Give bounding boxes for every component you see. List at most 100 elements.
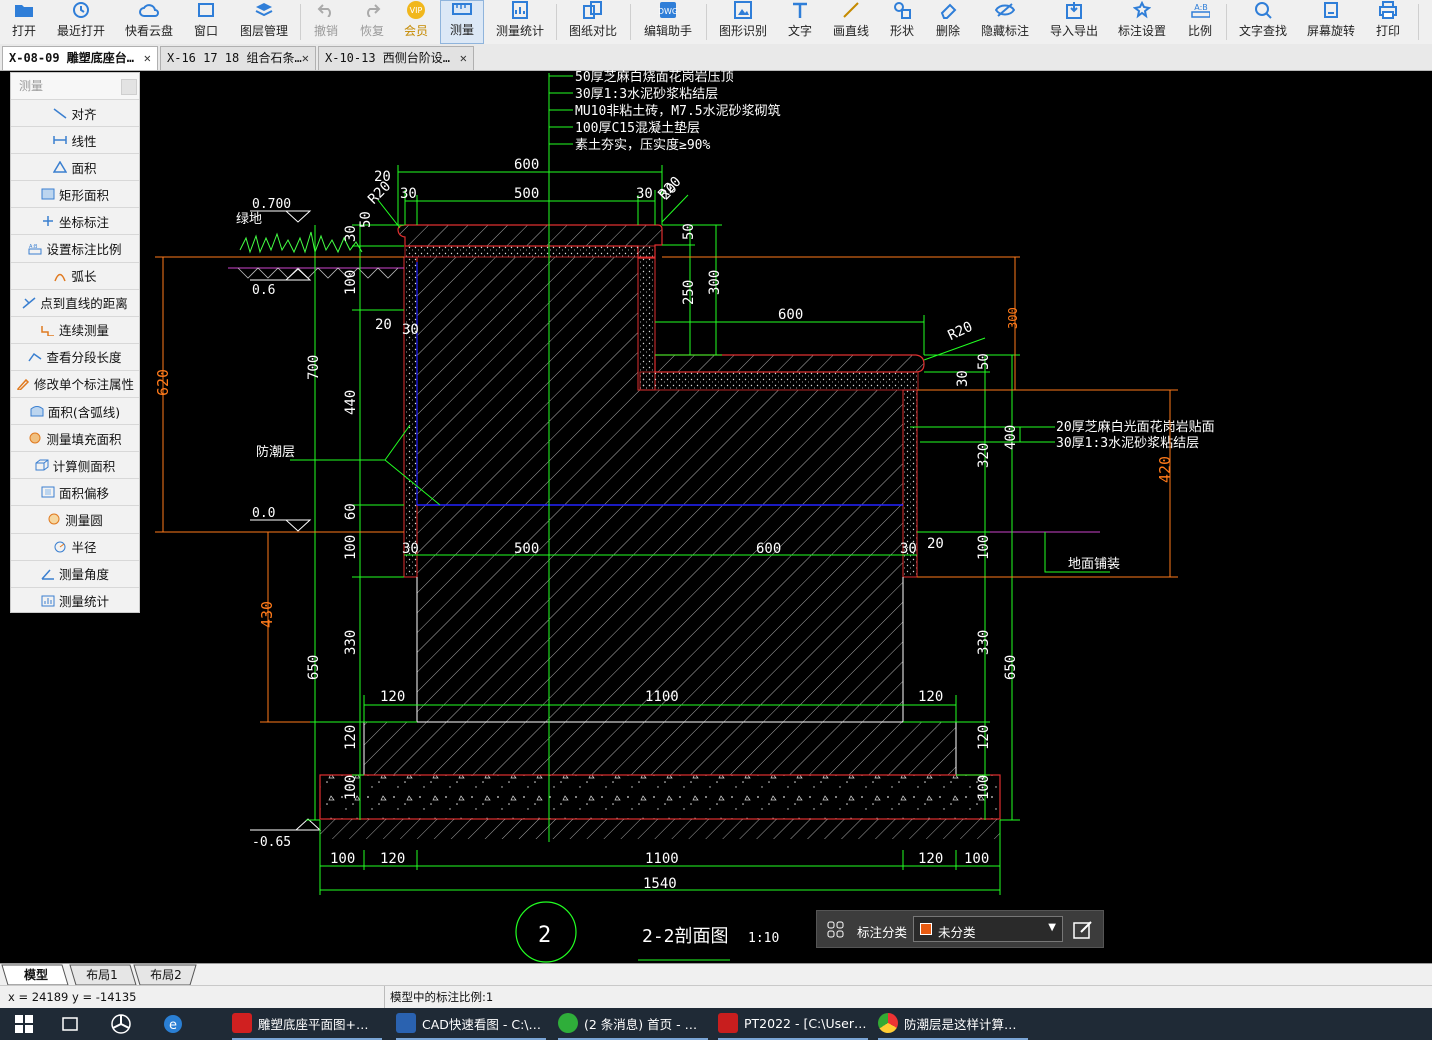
measure-linear[interactable]: 线性	[11, 126, 139, 153]
open-button[interactable]: 打开	[4, 0, 44, 44]
measure-radius[interactable]: 半径	[11, 532, 139, 560]
measure-edit-annotation[interactable]: 修改单个标注属性	[11, 369, 139, 397]
measure-side-area[interactable]: 计算侧面积	[11, 451, 139, 478]
compare-button[interactable]: 图纸对比	[564, 0, 622, 44]
vip-label: 会员	[403, 24, 428, 38]
radius-icon	[54, 541, 66, 553]
tab-document-3[interactable]: X-10-13 西侧台阶设… ✕	[318, 46, 474, 70]
rotate-screen-button[interactable]: 屏幕旋转	[1302, 0, 1360, 44]
import-export-button[interactable]: 导入导出	[1044, 0, 1104, 44]
annotation-settings-label: 标注设置	[1117, 24, 1166, 38]
tab-document-2[interactable]: X-16 17 18 组合石条… ✕	[160, 46, 316, 70]
svg-text:50: 50	[681, 223, 697, 240]
tab-layout-1[interactable]: 布局1	[80, 965, 124, 985]
svg-text:120: 120	[918, 689, 943, 705]
measure-point-to-line[interactable]: 点到直线的距离	[11, 288, 139, 316]
measure-circle[interactable]: 测量圆	[11, 505, 139, 532]
svg-text:R20: R20	[946, 319, 976, 344]
measure-stats-button[interactable]: 测量统计	[492, 0, 548, 44]
svg-text:120: 120	[918, 851, 943, 867]
shape-icon	[892, 1, 912, 19]
svg-text:30厚1:3水泥砂浆粘结层: 30厚1:3水泥砂浆粘结层	[575, 87, 718, 102]
svg-text:320: 320	[976, 443, 992, 468]
measure-stats-label: 测量统计	[495, 24, 544, 38]
measure-align[interactable]: 对齐	[11, 99, 139, 126]
drawing-canvas[interactable]: 50厚芝麻白烧面花岗岩压顶 30厚1:3水泥砂浆粘结层 MU10非粘土砖，M7.…	[0, 70, 1432, 963]
measure-coordinate[interactable]: 坐标标注	[11, 207, 139, 234]
measure-continuous[interactable]: 连续测量	[11, 315, 139, 343]
svg-text:30: 30	[402, 541, 419, 557]
scale-button[interactable]: A:B 比例	[1182, 0, 1218, 44]
main-toolbar: 打开 最近打开 快看云盘 窗口 图层管理 撤销 恢复 VIP 会员 测量 测量统…	[0, 0, 1432, 45]
svg-text:1100: 1100	[645, 851, 679, 867]
svg-text:330: 330	[976, 630, 992, 655]
measure-area-arc[interactable]: 面积(含弧线)	[11, 397, 139, 424]
tab-model[interactable]: 模型	[14, 965, 58, 985]
measure-panel-title: 测量	[19, 79, 44, 93]
recent-button[interactable]: 最近打开	[52, 0, 110, 44]
measure-statistics[interactable]: 测量统计	[11, 586, 139, 614]
layers-icon	[254, 1, 274, 19]
line-button[interactable]: 画直线	[828, 0, 874, 44]
category-select[interactable]: 未分类 ▼	[913, 916, 1063, 942]
measure-arc-length[interactable]: 弧长	[11, 261, 139, 289]
layers-button[interactable]: 图层管理	[236, 0, 292, 44]
measure-set-scale[interactable]: A:B 设置标注比例	[11, 234, 139, 261]
close-icon[interactable]: ✕	[144, 47, 151, 69]
edge-button[interactable]: e	[162, 1008, 184, 1040]
set-scale-icon: A:B	[28, 244, 42, 255]
upper-mortar	[404, 245, 656, 258]
shape-button[interactable]: 形状	[884, 0, 920, 44]
edit-category-icon[interactable]	[1073, 920, 1093, 940]
edit-assistant-button[interactable]: DWG 编辑助手	[638, 0, 698, 44]
svg-text:700: 700	[306, 355, 322, 380]
shape-recognition-button[interactable]: 图形识别	[714, 0, 772, 44]
edit-assistant-label: 编辑助手	[643, 24, 692, 38]
cursor-coordinates: x = 24189 y = -14135	[8, 990, 137, 1004]
close-icon[interactable]: ✕	[302, 47, 309, 69]
panel-collapse-button[interactable]	[121, 79, 137, 95]
tab-document-1[interactable]: X-08-09 雕塑底座台… ✕	[2, 46, 158, 70]
measure-area-offset[interactable]: 面积偏移	[11, 478, 139, 505]
measure-rect-area[interactable]: 矩形面积	[11, 180, 139, 207]
delete-button[interactable]: 删除	[930, 0, 966, 44]
measure-segment-length[interactable]: 查看分段长度	[11, 342, 139, 370]
taskbar-app-pt[interactable]: PT2022 - [C:\User…	[718, 1008, 868, 1040]
annotation-settings-button[interactable]: 标注设置	[1112, 0, 1172, 44]
close-icon[interactable]: ✕	[460, 47, 467, 69]
cloud-button[interactable]: 快看云盘	[120, 0, 178, 44]
start-button[interactable]	[14, 1008, 34, 1040]
pinned-app-button[interactable]	[110, 1008, 132, 1040]
tab-layout-2[interactable]: 布局2	[144, 965, 188, 985]
document-tabs: X-08-09 雕塑底座台… ✕ X-16 17 18 组合石条… ✕ X-10-1…	[0, 44, 1432, 71]
text-search-button[interactable]: 文字查找	[1234, 0, 1292, 44]
taskbar-app-browser[interactable]: (2 条消息) 首页 - …	[558, 1008, 708, 1040]
taskbar-app-chrome[interactable]: 防潮层是这样计算…	[878, 1008, 1028, 1040]
measure-fill-area[interactable]: 测量填充面积	[11, 424, 139, 451]
undo-button[interactable]: 撤销	[308, 0, 344, 44]
redo-button[interactable]: 恢复	[354, 0, 390, 44]
label-ground-paving: 地面铺装	[1068, 557, 1120, 572]
taskbar-app-wps[interactable]: 雕塑底座平面图+…	[232, 1008, 382, 1040]
measure-button[interactable]: 测量	[440, 0, 484, 44]
task-view-button[interactable]	[60, 1008, 80, 1040]
measure-area[interactable]: 面积	[11, 153, 139, 180]
taskbar-app-cad[interactable]: CAD快速看图 - C:\…	[396, 1008, 546, 1040]
window-button[interactable]: 窗口	[188, 0, 224, 44]
tab-label: X-10-13 西侧台阶设…	[325, 51, 451, 65]
compare-icon	[583, 1, 603, 19]
measure-angle[interactable]: 测量角度	[11, 559, 139, 587]
area-icon	[53, 161, 68, 173]
svg-text:100: 100	[330, 851, 355, 867]
svg-text:20: 20	[375, 317, 392, 333]
grid-icon[interactable]	[827, 921, 845, 939]
svg-text:30: 30	[955, 370, 971, 387]
svg-text:650: 650	[1003, 655, 1019, 680]
text-button[interactable]: 文字	[782, 0, 818, 44]
lower-mortar	[639, 371, 919, 391]
redo-icon	[362, 1, 382, 19]
shape-label: 形状	[889, 24, 914, 38]
vip-button[interactable]: VIP 会员	[398, 0, 434, 44]
print-button[interactable]: 打印	[1370, 0, 1406, 44]
hide-annotation-button[interactable]: 隐藏标注	[976, 0, 1034, 44]
